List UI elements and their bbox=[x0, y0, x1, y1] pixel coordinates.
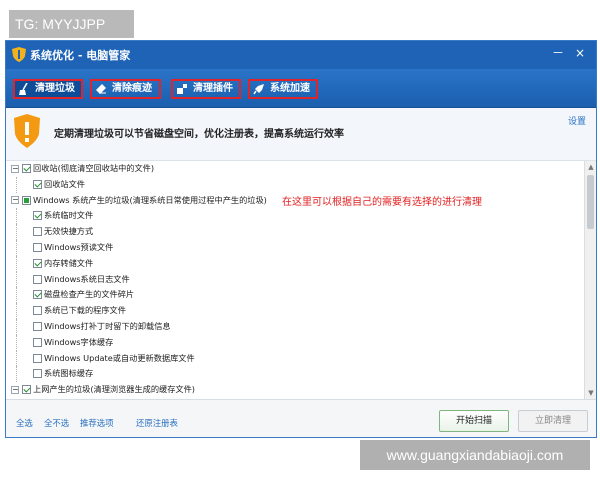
broom-icon bbox=[19, 83, 28, 95]
tree-item-label: Windows 系统产生的垃圾(清理系统日常使用过程中产生的垃圾) bbox=[33, 194, 267, 205]
tree-item-row[interactable]: Windows预读文件 bbox=[6, 239, 584, 256]
tab-label: 清除痕迹 bbox=[112, 83, 152, 94]
tree-item-label: Windows预读文件 bbox=[44, 241, 114, 252]
checkbox[interactable] bbox=[33, 179, 42, 189]
checkbox[interactable] bbox=[33, 337, 42, 347]
start-scan-button[interactable]: 开始扫描 bbox=[439, 410, 509, 432]
rocket-icon bbox=[253, 84, 264, 95]
info-banner: 定期清理垃圾可以节省磁盘空间，优化注册表，提高系统运行效率 设置 bbox=[6, 108, 596, 161]
tree-item-label: 回收站(彻底清空回收站中的文件) bbox=[33, 163, 155, 173]
select-none-link[interactable]: 全不选 bbox=[44, 417, 69, 429]
tree-item-label: 无效快捷方式 bbox=[44, 226, 94, 237]
restore-registry-link[interactable]: 还原注册表 bbox=[136, 417, 178, 429]
tree-item-row[interactable]: Windows系统日志文件 bbox=[6, 271, 584, 288]
annotation-text: 在这里可以根据自己的需要有选择的进行清理 bbox=[282, 197, 482, 208]
tab-clean-plugins[interactable]: 清理插件 bbox=[171, 79, 241, 99]
tag-label: TG: MYYJJPP bbox=[9, 10, 134, 38]
checkbox[interactable] bbox=[33, 353, 42, 363]
shield-logo-icon bbox=[12, 47, 26, 62]
select-all-link[interactable]: 全选 bbox=[16, 417, 33, 429]
tab-clear-traces[interactable]: 清除痕迹 bbox=[90, 79, 161, 99]
eraser-icon bbox=[96, 84, 106, 94]
checkbox[interactable] bbox=[33, 258, 42, 268]
tab-system-speedup[interactable]: 系统加速 bbox=[248, 79, 318, 99]
scroll-up-icon[interactable]: ▲ bbox=[585, 161, 596, 173]
clean-now-button[interactable]: 立即清理 bbox=[518, 410, 588, 432]
minimize-button[interactable]: － bbox=[550, 45, 566, 61]
checkbox[interactable] bbox=[33, 369, 42, 379]
tab-label: 系统加速 bbox=[270, 83, 310, 94]
checkbox[interactable] bbox=[33, 211, 42, 221]
tree-group-row[interactable]: − 上网产生的垃圾(清理浏览器生成的缓存文件) bbox=[6, 382, 584, 398]
collapse-icon[interactable]: − bbox=[11, 196, 19, 205]
tree-item-row[interactable]: Windows字体缓存 bbox=[6, 334, 584, 351]
checkbox[interactable] bbox=[22, 164, 31, 173]
tree-item-label: Windows打补丁时留下的卸载信息 bbox=[44, 320, 171, 331]
tree-item-label: Windows字体缓存 bbox=[44, 336, 114, 347]
app-window: 系统优化 - 电脑管家 － × 清理垃圾 清除痕迹 清理插件 系统加速 定期清理… bbox=[5, 40, 597, 438]
vertical-scrollbar[interactable]: ▲ ▼ bbox=[584, 161, 596, 399]
tab-bar: 清理垃圾 清除痕迹 清理插件 系统加速 bbox=[6, 69, 596, 108]
checkbox[interactable] bbox=[33, 306, 42, 316]
checkbox[interactable] bbox=[33, 227, 42, 237]
tree-item-label: 系统临时文件 bbox=[44, 210, 94, 221]
tree-item-label: 上网产生的垃圾(清理浏览器生成的缓存文件) bbox=[33, 384, 195, 395]
checkbox[interactable] bbox=[33, 321, 42, 331]
title-bar: 系统优化 - 电脑管家 － × bbox=[6, 41, 596, 69]
tree-item-row[interactable]: 磁盘检查产生的文件碎片 bbox=[6, 287, 584, 303]
tree-item-row[interactable]: Windows Update或自动更新数据库文件 bbox=[6, 350, 584, 367]
checkbox[interactable] bbox=[22, 195, 31, 205]
tree-item-row[interactable]: 系统已下载的程序文件 bbox=[6, 303, 584, 319]
tree-item-row[interactable]: 回收站文件 bbox=[6, 176, 584, 193]
tree-item-row[interactable]: 内存转储文件 bbox=[6, 255, 584, 272]
warning-shield-icon bbox=[14, 114, 40, 148]
collapse-icon[interactable]: − bbox=[11, 385, 19, 394]
tab-label: 清理插件 bbox=[193, 83, 233, 94]
tab-label: 清理垃圾 bbox=[35, 83, 75, 94]
window-title: 系统优化 - 电脑管家 bbox=[30, 49, 131, 62]
close-button[interactable]: × bbox=[572, 45, 588, 61]
checkbox[interactable] bbox=[33, 274, 42, 284]
checkbox[interactable] bbox=[22, 385, 31, 395]
checkbox[interactable] bbox=[33, 290, 42, 300]
watermark: www.guangxiandabiaoji.com bbox=[360, 440, 590, 470]
tree-item-label: 系统已下载的程序文件 bbox=[44, 305, 126, 316]
recommended-link[interactable]: 推荐选项 bbox=[80, 417, 114, 429]
plugin-icon bbox=[177, 84, 187, 94]
collapse-icon[interactable]: − bbox=[11, 164, 19, 173]
tree-item-row[interactable]: Windows打补丁时留下的卸载信息 bbox=[6, 318, 584, 335]
tree-item-label: 回收站文件 bbox=[44, 178, 85, 189]
tree-item-label: Windows Update或自动更新数据库文件 bbox=[44, 352, 195, 363]
scroll-down-icon[interactable]: ▼ bbox=[585, 387, 596, 399]
tab-clean-junk[interactable]: 清理垃圾 bbox=[13, 79, 83, 99]
scroll-thumb[interactable] bbox=[587, 175, 594, 229]
banner-text: 定期清理垃圾可以节省磁盘空间，优化注册表，提高系统运行效率 bbox=[54, 129, 344, 140]
checkbox[interactable] bbox=[33, 242, 42, 252]
tree-item-label: 内存转储文件 bbox=[44, 257, 94, 268]
tree-item-row[interactable]: 系统图标缓存 bbox=[6, 366, 584, 382]
settings-link[interactable]: 设置 bbox=[568, 114, 586, 127]
tree-item-row[interactable]: 无效快捷方式 bbox=[6, 224, 584, 240]
tree-group-row[interactable]: − 回收站(彻底清空回收站中的文件) bbox=[6, 161, 584, 177]
tree-item-label: 系统图标缓存 bbox=[44, 368, 94, 379]
tree-item-label: 磁盘检查产生的文件碎片 bbox=[44, 289, 135, 300]
tree-item-row[interactable]: 系统临时文件 bbox=[6, 208, 584, 224]
tree-item-label: Windows系统日志文件 bbox=[44, 273, 130, 284]
footer-bar: 全选 全不选 推荐选项 还原注册表 开始扫描 立即清理 bbox=[6, 399, 596, 437]
